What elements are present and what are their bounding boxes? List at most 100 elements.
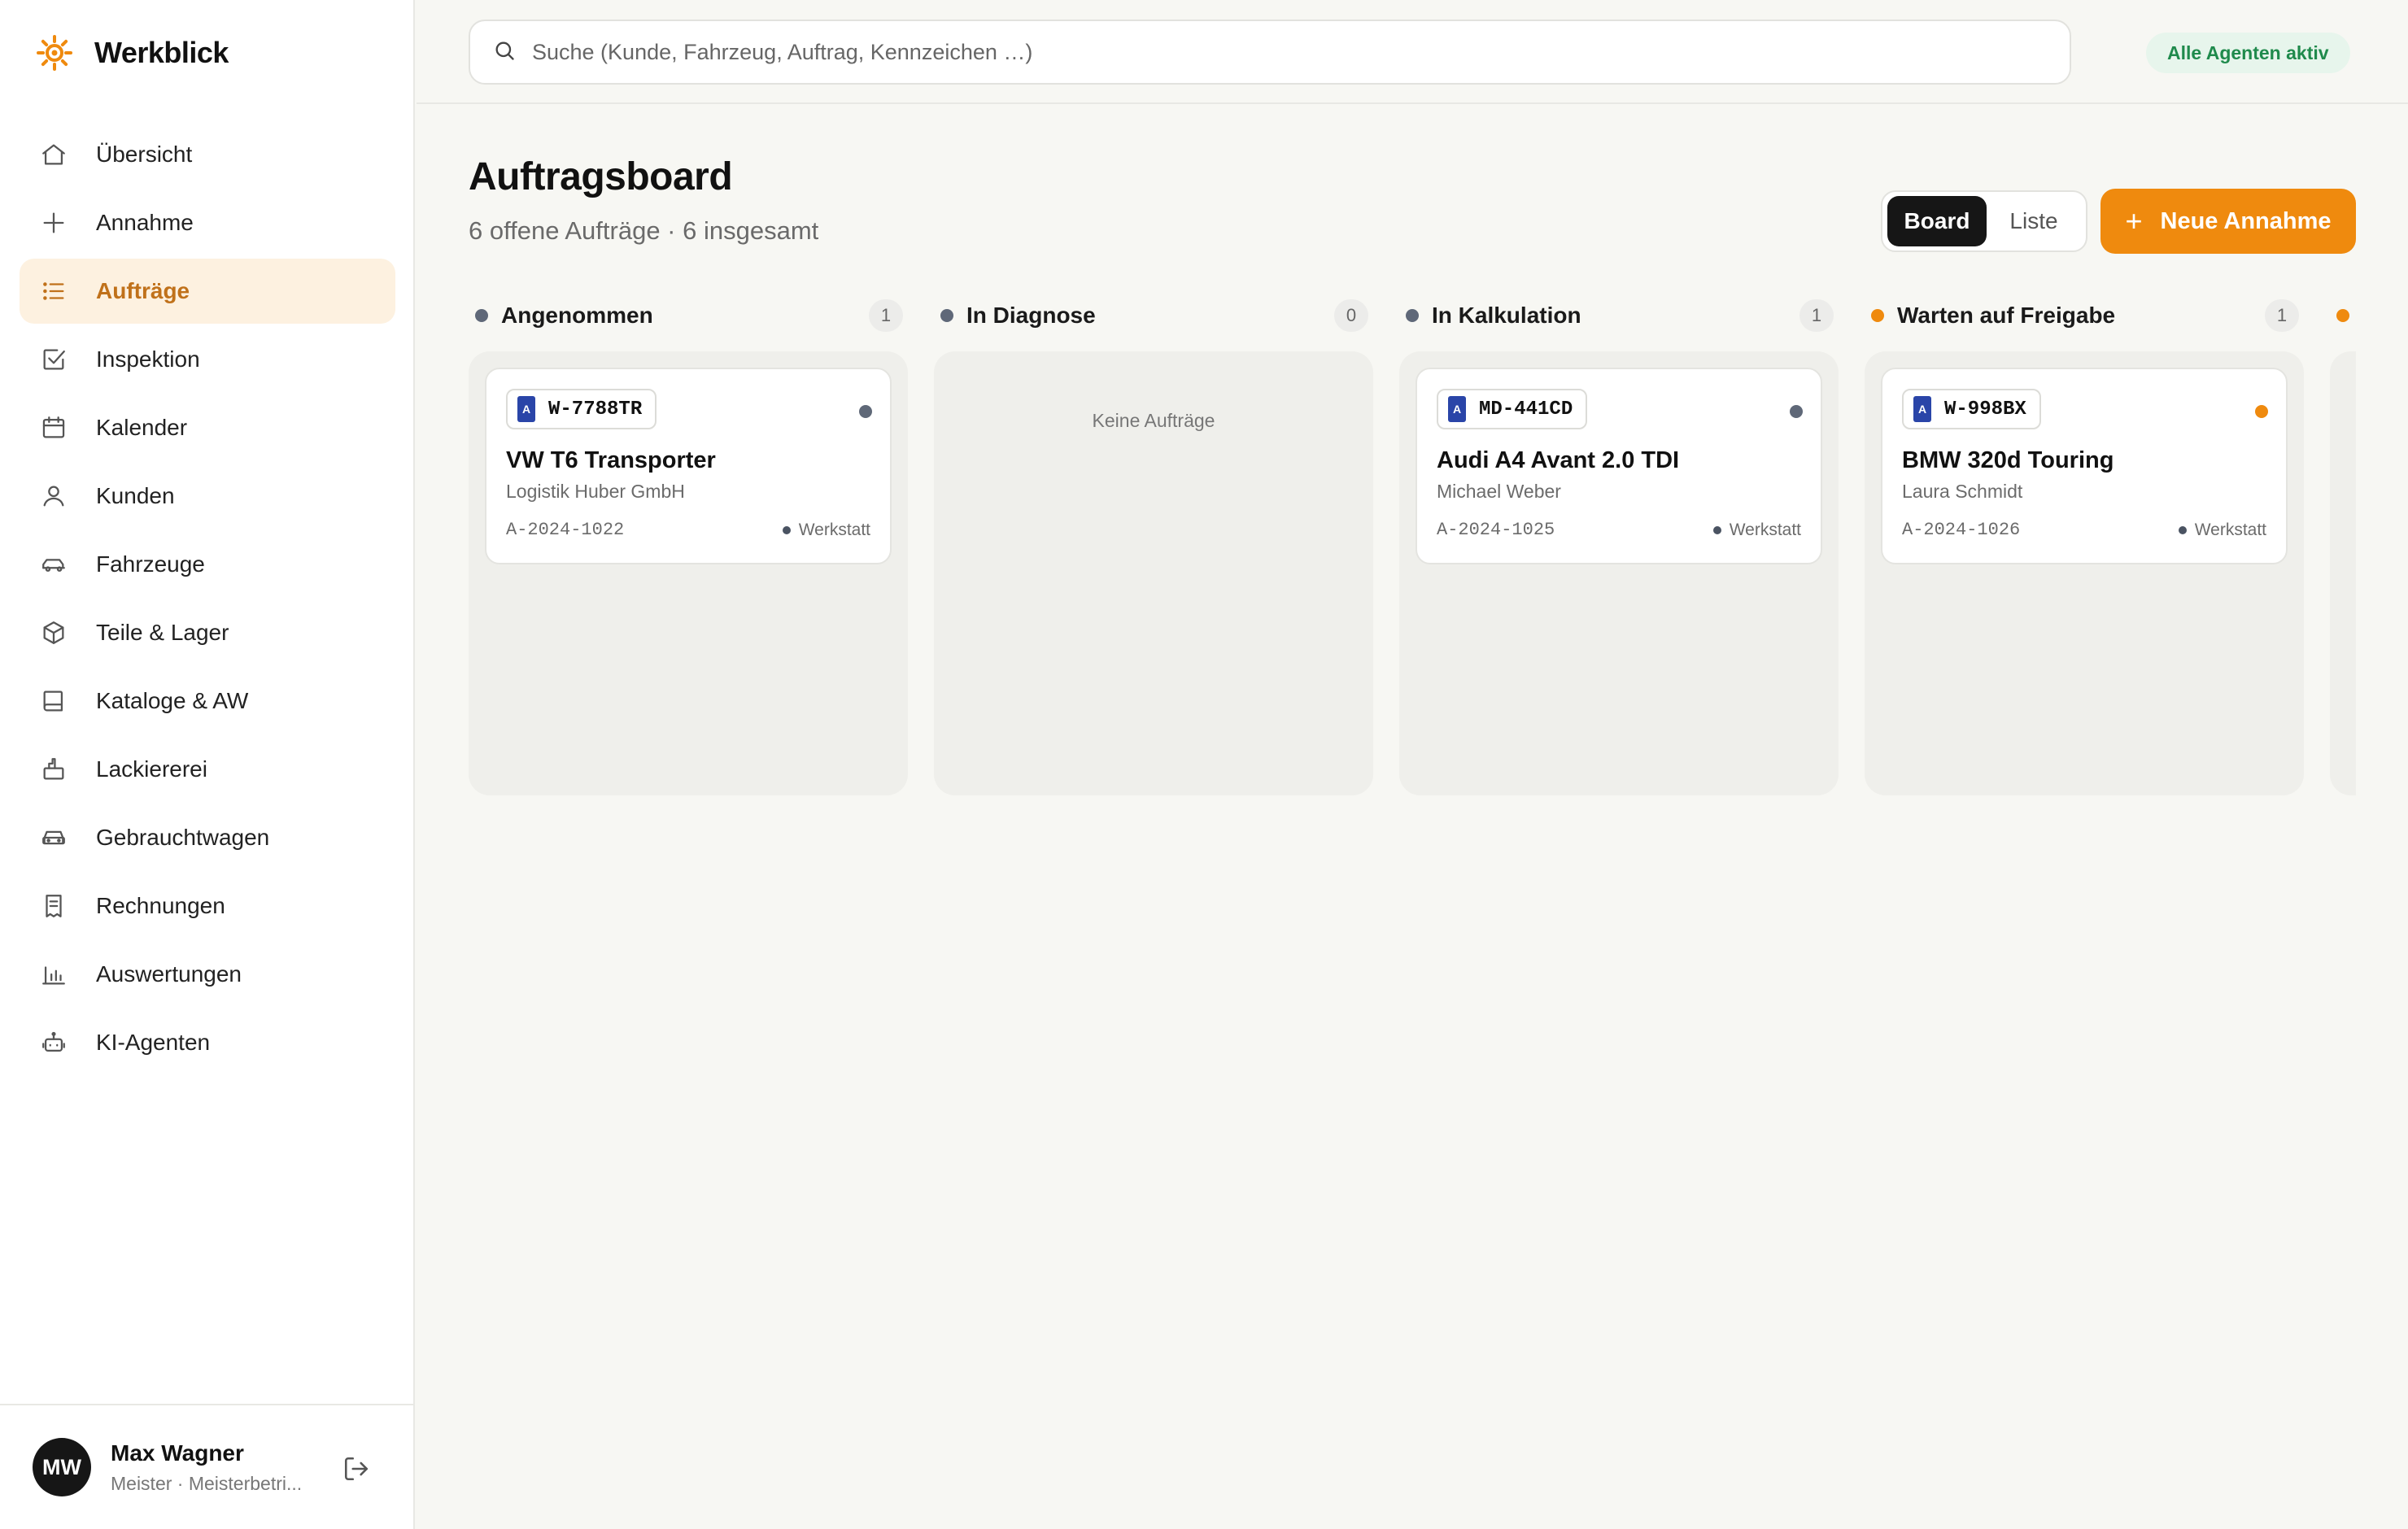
- sidebar-item-label: Lackiererei: [96, 756, 207, 782]
- view-toggle: Board Liste: [1881, 190, 2087, 252]
- brand[interactable]: Werkblick: [36, 33, 229, 73]
- sidebar-item-uebersicht[interactable]: Übersicht: [20, 122, 395, 187]
- topbar: Alle Agenten aktiv: [417, 0, 2408, 104]
- column-count-badge: 1: [1799, 299, 1834, 332]
- location-tag: Werkstatt: [1712, 520, 1801, 540]
- sidebar-item-label: Auswertungen: [96, 961, 242, 987]
- order-number: A-2024-1022: [506, 520, 625, 540]
- new-intake-button[interactable]: + Neue Annahme: [2100, 189, 2356, 254]
- user-profile: MW Max Wagner Meister · Meisterbetri...: [0, 1404, 413, 1529]
- plus-icon: [39, 208, 68, 237]
- empty-column-text: Keine Aufträge: [1092, 410, 1215, 431]
- column-status-dot: [475, 309, 488, 322]
- board-column: Angenommen 1 A W-7788TR VW T6 Transporter Log…: [469, 293, 908, 795]
- column-title: In Diagnose: [966, 303, 1096, 328]
- car-side-icon: [39, 550, 68, 579]
- app-name: Werkblick: [94, 36, 229, 69]
- column-header: In Diagnose 0: [934, 293, 1373, 338]
- location-label: Werkstatt: [798, 520, 870, 539]
- column-header: Warten auf Freigabe 1: [1865, 293, 2304, 338]
- receipt-icon: [39, 891, 68, 921]
- location-tag: Werkstatt: [2178, 520, 2266, 540]
- board-column: In Kalkulation 1 A MD-441CD Audi A4 Avant 2.…: [1399, 293, 1839, 795]
- logout-icon[interactable]: [340, 1453, 373, 1485]
- user-role: Meister · Meisterbetri...: [111, 1472, 303, 1494]
- sidebar-item-label: Kunden: [96, 483, 175, 508]
- sidebar-item-teile-lager[interactable]: Teile & Lager: [20, 600, 395, 665]
- page-title: Auftragsboard: [469, 155, 733, 198]
- order-card[interactable]: A W-998BX BMW 320d Touring Laura Schmidt A-2…: [1881, 368, 2288, 564]
- column-drop-zone[interactable]: A W-998BX BMW 320d Touring Laura Schmidt A-2…: [1865, 351, 2304, 795]
- column-status-dot: [1406, 309, 1419, 322]
- column-header: In Kalkulation 1: [1399, 293, 1839, 338]
- sidebar-item-label: Teile & Lager: [96, 620, 229, 645]
- page-subtitle: 6 offene Aufträge · 6 insgesamt: [469, 216, 819, 245]
- plate-number: W-998BX: [1944, 398, 2026, 420]
- search-icon: [493, 39, 516, 66]
- column-status-dot: [2336, 309, 2349, 322]
- column-drop-zone[interactable]: A MD-441CD Audi A4 Avant 2.0 TDI Michael We…: [1399, 351, 1839, 795]
- plus-icon: +: [2125, 204, 2143, 237]
- column-status-dot: [1871, 309, 1884, 322]
- search-input[interactable]: [532, 39, 1996, 65]
- sidebar-item-label: Kataloge & AW: [96, 688, 249, 713]
- calendar-icon: [39, 413, 68, 442]
- sidebar-item-gebrauchtwagen[interactable]: Gebrauchtwagen: [20, 805, 395, 870]
- customer-name: Laura Schmidt: [1902, 481, 2023, 502]
- sidebar-item-auftraege[interactable]: Aufträge: [20, 259, 395, 324]
- location-dot: [782, 525, 791, 534]
- column-title: Warten auf Freigabe: [1897, 303, 2116, 328]
- user-name: Max Wagner: [111, 1440, 244, 1466]
- sidebar-item-auswertungen[interactable]: Auswertungen: [20, 942, 395, 1007]
- bar-chart-icon: [39, 960, 68, 989]
- home-icon: [39, 140, 68, 169]
- plate-country-badge: A: [1448, 396, 1466, 422]
- agents-status-badge[interactable]: Alle Agenten aktiv: [2146, 33, 2350, 73]
- column-count-badge: 0: [1334, 299, 1368, 332]
- column-drop-zone[interactable]: [2330, 351, 2356, 795]
- customer-name: Logistik Huber GmbH: [506, 481, 685, 502]
- box-icon: [39, 618, 68, 647]
- avatar[interactable]: MW: [33, 1438, 91, 1496]
- sidebar-item-annahme[interactable]: Annahme: [20, 190, 395, 255]
- sidebar-item-label: Inspektion: [96, 346, 200, 372]
- sidebar-item-kalender[interactable]: Kalender: [20, 395, 395, 460]
- column-count-badge: 1: [869, 299, 903, 332]
- sidebar-item-rechnungen[interactable]: Rechnungen: [20, 873, 395, 939]
- sidebar-item-label: Aufträge: [96, 278, 190, 303]
- sun-logo-icon: [36, 34, 73, 72]
- location-dot: [1712, 525, 1721, 534]
- search-bar[interactable]: [469, 20, 2071, 85]
- column-title: In Kalkulation: [1432, 303, 1581, 328]
- order-number: A-2024-1026: [1902, 520, 2021, 540]
- sidebar-item-kunden[interactable]: Kunden: [20, 464, 395, 529]
- column-drop-zone[interactable]: Keine Aufträge: [934, 351, 1373, 795]
- license-plate: A MD-441CD: [1437, 389, 1588, 429]
- order-card[interactable]: A MD-441CD Audi A4 Avant 2.0 TDI Michael We…: [1416, 368, 1822, 564]
- board-column: [2330, 293, 2356, 795]
- new-intake-label: Neue Annahme: [2160, 207, 2332, 234]
- sidebar-item-label: Rechnungen: [96, 893, 225, 918]
- sidebar-item-inspektion[interactable]: Inspektion: [20, 327, 395, 392]
- list-icon: [39, 277, 68, 306]
- plate-number: W-7788TR: [548, 398, 643, 420]
- robot-icon: [39, 1028, 68, 1057]
- sidebar-item-lackiererei[interactable]: Lackiererei: [20, 737, 395, 802]
- license-plate: A W-998BX: [1902, 389, 2041, 429]
- sidebar-item-fahrzeuge[interactable]: Fahrzeuge: [20, 532, 395, 597]
- location-label: Werkstatt: [2194, 520, 2266, 539]
- board-view-button[interactable]: Board: [1887, 196, 1987, 246]
- vehicle-name: VW T6 Transporter: [506, 447, 716, 473]
- kanban-board: Angenommen 1 A W-7788TR VW T6 Transporter Log…: [469, 293, 2356, 797]
- column-drop-zone[interactable]: A W-7788TR VW T6 Transporter Logistik Huber…: [469, 351, 908, 795]
- location-label: Werkstatt: [1729, 520, 1801, 539]
- sidebar-item-kataloge-aw[interactable]: Kataloge & AW: [20, 669, 395, 734]
- order-number: A-2024-1025: [1437, 520, 1555, 540]
- customer-name: Michael Weber: [1437, 481, 1561, 502]
- list-view-button[interactable]: Liste: [1987, 196, 2081, 246]
- column-status-dot: [940, 309, 953, 322]
- location-dot: [2178, 525, 2187, 534]
- sidebar-item-ki-agenten[interactable]: KI-Agenten: [20, 1010, 395, 1075]
- sidebar-item-label: Kalender: [96, 415, 188, 440]
- order-card[interactable]: A W-7788TR VW T6 Transporter Logistik Huber…: [485, 368, 892, 564]
